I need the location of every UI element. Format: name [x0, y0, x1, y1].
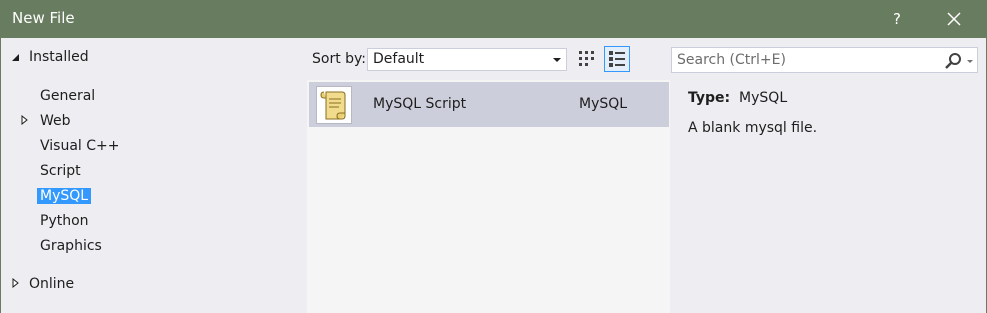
tree-item-label: Script: [40, 163, 81, 179]
tree-item-label: Web: [40, 113, 71, 129]
small-icons-view-icon: [579, 51, 594, 66]
search-options-chevron-icon[interactable]: [967, 60, 973, 63]
tree-item-label: General: [40, 88, 96, 104]
window-title: New File: [12, 9, 75, 27]
tree-item-visual-cpp[interactable]: Visual C++: [37, 136, 122, 156]
close-icon: [947, 12, 961, 26]
close-button[interactable]: [940, 5, 968, 33]
chevron-down-icon: [553, 58, 561, 62]
tree-node-label: Online: [29, 276, 75, 292]
help-button[interactable]: ?: [885, 5, 909, 33]
tree-item-general[interactable]: General: [37, 86, 98, 106]
tree-item-graphics[interactable]: Graphics: [37, 236, 105, 256]
search-icon[interactable]: [944, 52, 962, 70]
type-label: Type:: [688, 90, 731, 106]
details-pane: Type: MySQL A blank mysql file.: [670, 80, 986, 313]
tree-node-online[interactable]: Online: [11, 274, 77, 294]
template-row-mysql-script[interactable]: MySQL Script MySQL: [309, 82, 669, 127]
search-input[interactable]: [672, 48, 932, 72]
tree-node-installed[interactable]: Installed: [11, 47, 92, 67]
script-file-icon: [316, 86, 352, 124]
collapsed-arrow-icon[interactable]: [20, 115, 30, 125]
type-value: MySQL: [739, 90, 788, 106]
search-box: [671, 47, 978, 73]
sort-by-value: Default: [373, 51, 425, 67]
tree-item-python[interactable]: Python: [37, 211, 92, 231]
tree-item-label: Python: [40, 213, 89, 229]
sort-by-select[interactable]: Default: [367, 48, 567, 71]
tree-item-web[interactable]: Web: [21, 111, 74, 131]
tree-node-label: Installed: [29, 49, 89, 65]
type-line: Type: MySQL: [688, 90, 787, 106]
small-icons-view-button[interactable]: [574, 46, 600, 72]
tree-item-mysql[interactable]: MySQL: [37, 186, 92, 206]
list-view-icon: [609, 51, 625, 67]
template-name: MySQL Script: [373, 96, 467, 112]
template-description: A blank mysql file.: [688, 120, 818, 136]
template-list: MySQL Script MySQL: [307, 80, 670, 313]
collapsed-arrow-icon[interactable]: [11, 278, 21, 288]
list-view-button[interactable]: [604, 46, 630, 72]
tree-item-script[interactable]: Script: [37, 161, 84, 181]
tree-item-label: MySQL: [37, 188, 92, 204]
tree-item-label: Graphics: [40, 238, 102, 254]
template-language: MySQL: [579, 96, 628, 112]
title-bar: New File ?: [0, 0, 987, 38]
category-tree: Installed General Web Visual C++ Script …: [0, 38, 300, 313]
sort-by-label: Sort by:: [312, 51, 367, 67]
expanded-arrow-icon: [12, 54, 19, 61]
tree-item-label: Visual C++: [40, 138, 120, 154]
